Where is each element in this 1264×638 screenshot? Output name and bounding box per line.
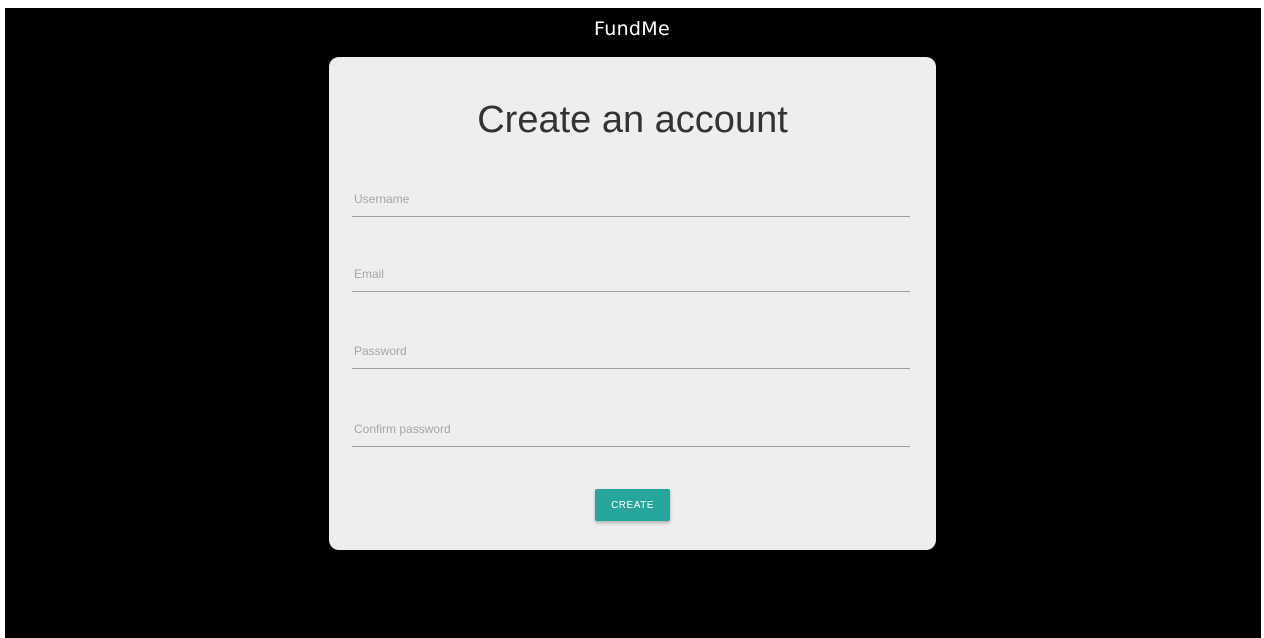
email-field-wrapper: [352, 256, 910, 292]
signup-card: Create an account CREATE: [329, 57, 936, 550]
username-input[interactable]: [352, 181, 910, 217]
password-field-wrapper: [352, 333, 910, 369]
page-title: Create an account: [477, 99, 788, 141]
brand-logo[interactable]: FundMe: [0, 18, 1264, 40]
email-input[interactable]: [352, 256, 910, 292]
username-field-wrapper: [352, 181, 910, 217]
password-input[interactable]: [352, 333, 910, 369]
confirm-password-input[interactable]: [352, 411, 910, 447]
create-button[interactable]: CREATE: [595, 489, 670, 521]
confirm-password-field-wrapper: [352, 411, 910, 447]
